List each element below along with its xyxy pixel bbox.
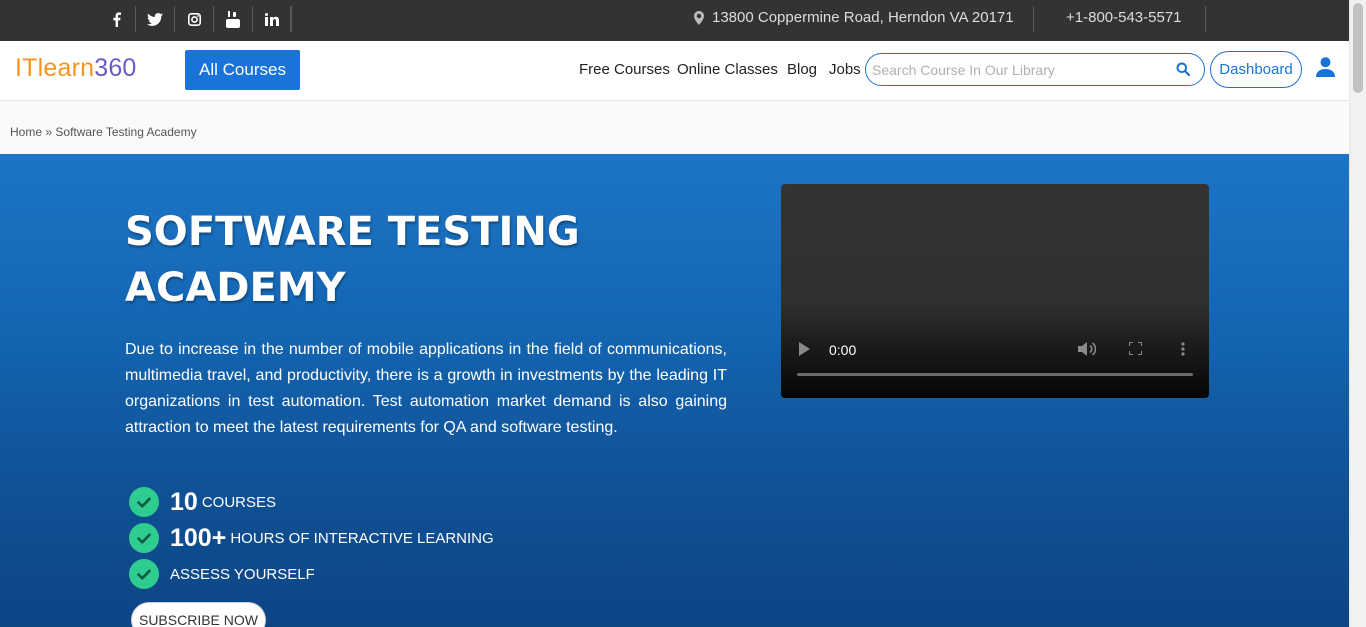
subscribe-now-button[interactable]: Subscribe Now bbox=[131, 602, 266, 627]
feature-number: 10 bbox=[170, 487, 198, 516]
divider bbox=[1205, 6, 1206, 32]
page-scrollbar[interactable] bbox=[1349, 0, 1366, 627]
video-time: 0:00 bbox=[829, 342, 857, 358]
youtube-icon[interactable] bbox=[214, 6, 253, 32]
breadcrumb-current: Software Testing Academy bbox=[55, 125, 197, 139]
video-player[interactable]: 0:00 bbox=[781, 184, 1209, 398]
hero-section: SOFTWARE TESTING ACADEMY Due to increase… bbox=[0, 154, 1349, 627]
volume-icon[interactable] bbox=[1078, 341, 1097, 362]
site-logo[interactable]: ITlearn360 bbox=[15, 54, 137, 83]
check-icon bbox=[129, 559, 159, 589]
breadcrumb-bar: Home » Software Testing Academy bbox=[0, 101, 1349, 154]
scrollbar-thumb[interactable] bbox=[1353, 3, 1363, 93]
search-input[interactable] bbox=[872, 60, 1167, 80]
check-icon bbox=[129, 487, 159, 517]
nav-online-classes[interactable]: Online Classes bbox=[677, 61, 778, 78]
more-options-icon[interactable] bbox=[1181, 342, 1185, 361]
search-box bbox=[865, 53, 1205, 86]
play-icon[interactable] bbox=[799, 342, 810, 361]
feature-number: 100+ bbox=[170, 523, 227, 552]
phone-number[interactable]: +1-800-543-5571 bbox=[1066, 9, 1182, 26]
logo-text-secondary: 360 bbox=[94, 54, 137, 82]
check-icon bbox=[129, 523, 159, 553]
facebook-icon[interactable] bbox=[97, 6, 136, 32]
divider bbox=[1033, 6, 1034, 32]
video-progress-bar[interactable] bbox=[797, 373, 1193, 376]
twitter-icon[interactable] bbox=[136, 6, 175, 32]
address-text: 13800 Coppermine Road, Herndon VA 20171 bbox=[712, 9, 1014, 26]
breadcrumb: Home » Software Testing Academy bbox=[10, 125, 197, 139]
feature-text: Assess Yourself bbox=[170, 565, 315, 583]
social-links bbox=[97, 6, 292, 32]
dashboard-button[interactable]: Dashboard bbox=[1210, 51, 1302, 88]
fullscreen-icon[interactable] bbox=[1128, 341, 1143, 360]
nav-jobs[interactable]: Jobs bbox=[829, 61, 861, 78]
linkedin-icon[interactable] bbox=[253, 6, 292, 32]
feature-item: 10 Courses bbox=[129, 487, 276, 517]
all-courses-button[interactable]: All Courses bbox=[185, 50, 300, 90]
address: 13800 Coppermine Road, Herndon VA 20171 bbox=[694, 9, 1014, 26]
divider bbox=[290, 6, 291, 32]
map-marker-icon bbox=[694, 10, 704, 25]
page-title: SOFTWARE TESTING ACADEMY bbox=[125, 204, 605, 316]
title-line-2: ACADEMY bbox=[125, 265, 346, 311]
nav-blog[interactable]: Blog bbox=[787, 61, 817, 78]
breadcrumb-home[interactable]: Home bbox=[10, 125, 42, 139]
feature-text: Courses bbox=[201, 493, 276, 511]
feature-text: Hours of Interactive Learning bbox=[230, 529, 494, 547]
breadcrumb-separator: » bbox=[45, 125, 53, 139]
search-icon[interactable] bbox=[1176, 62, 1191, 81]
feature-item: 100+ Hours of Interactive Learning bbox=[129, 523, 494, 553]
user-icon[interactable] bbox=[1316, 57, 1335, 82]
instagram-icon[interactable] bbox=[175, 6, 214, 32]
feature-item: Assess Yourself bbox=[129, 559, 315, 589]
nav-free-courses[interactable]: Free Courses bbox=[579, 61, 670, 78]
course-description: Due to increase in the number of mobile … bbox=[125, 341, 727, 436]
main-header: ITlearn360 All Courses Free Courses Onli… bbox=[0, 41, 1349, 101]
logo-text-primary: ITlearn bbox=[15, 54, 95, 82]
top-bar: 13800 Coppermine Road, Herndon VA 20171 … bbox=[0, 0, 1349, 41]
title-line-1: SOFTWARE TESTING bbox=[125, 209, 580, 255]
